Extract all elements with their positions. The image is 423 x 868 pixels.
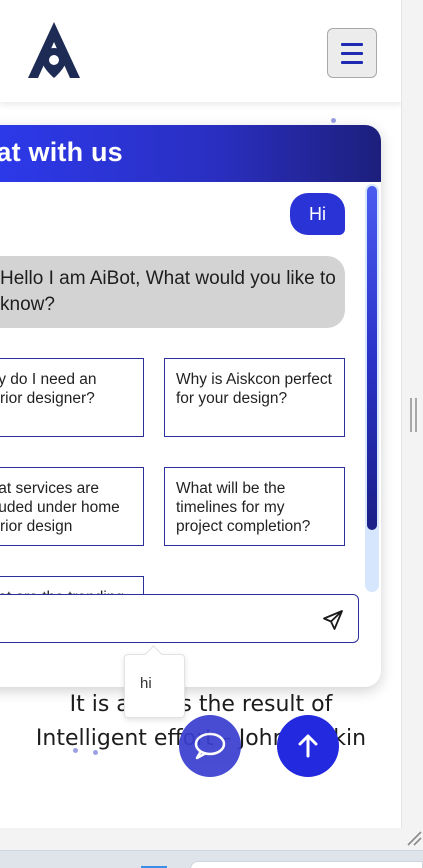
chat-widget: Chat with us Hi Hello I am AiBot, What w…	[0, 125, 381, 687]
quick-reply-option[interactable]: Why do I need an interior designer?	[0, 358, 144, 437]
quick-reply-option[interactable]: What are the trending	[0, 576, 144, 594]
taskbar-search[interactable]	[190, 861, 423, 868]
speech-bubble-icon	[194, 732, 226, 760]
arrow-up-icon	[298, 734, 318, 758]
hamburger-menu-button[interactable]	[327, 28, 377, 78]
user-message-bubble: Hi	[290, 193, 345, 235]
bot-message-bubble: Hello I am AiBot, What would you like to…	[0, 256, 345, 328]
browser-viewport: It is always the result of Intelligent e…	[0, 0, 402, 828]
chat-tooltip: hi	[124, 654, 185, 718]
tooltip-text: hi	[140, 675, 152, 692]
decorative-dot	[93, 750, 98, 755]
scroll-to-top-button[interactable]	[277, 715, 339, 777]
quick-reply-option[interactable]: What services are included under home in…	[0, 467, 144, 546]
decorative-dot	[73, 748, 78, 753]
resize-handle-side[interactable]	[410, 398, 417, 432]
chat-input-box[interactable]	[0, 594, 359, 643]
os-taskbar	[0, 850, 423, 868]
paper-plane-send-icon[interactable]	[321, 608, 345, 632]
quick-reply-option[interactable]: Why is Aiskcon perfect for your design?	[164, 358, 345, 437]
resize-corner-icon[interactable]	[404, 828, 423, 847]
chat-scrollbar-thumb[interactable]	[367, 186, 377, 530]
decorative-dot	[331, 118, 336, 123]
chat-messages[interactable]: Hi Hello I am AiBot, What would you like…	[0, 182, 381, 594]
chat-title: Chat with us	[0, 137, 123, 167]
chat-header: Chat with us	[0, 125, 381, 182]
hamburger-menu-icon	[341, 40, 363, 67]
a-pin-logo-icon[interactable]	[24, 20, 84, 80]
site-header	[0, 0, 401, 102]
chat-message-input[interactable]	[0, 605, 294, 633]
open-chat-button[interactable]	[179, 715, 241, 777]
quick-reply-option[interactable]: What will be the timelines for my projec…	[164, 467, 345, 546]
